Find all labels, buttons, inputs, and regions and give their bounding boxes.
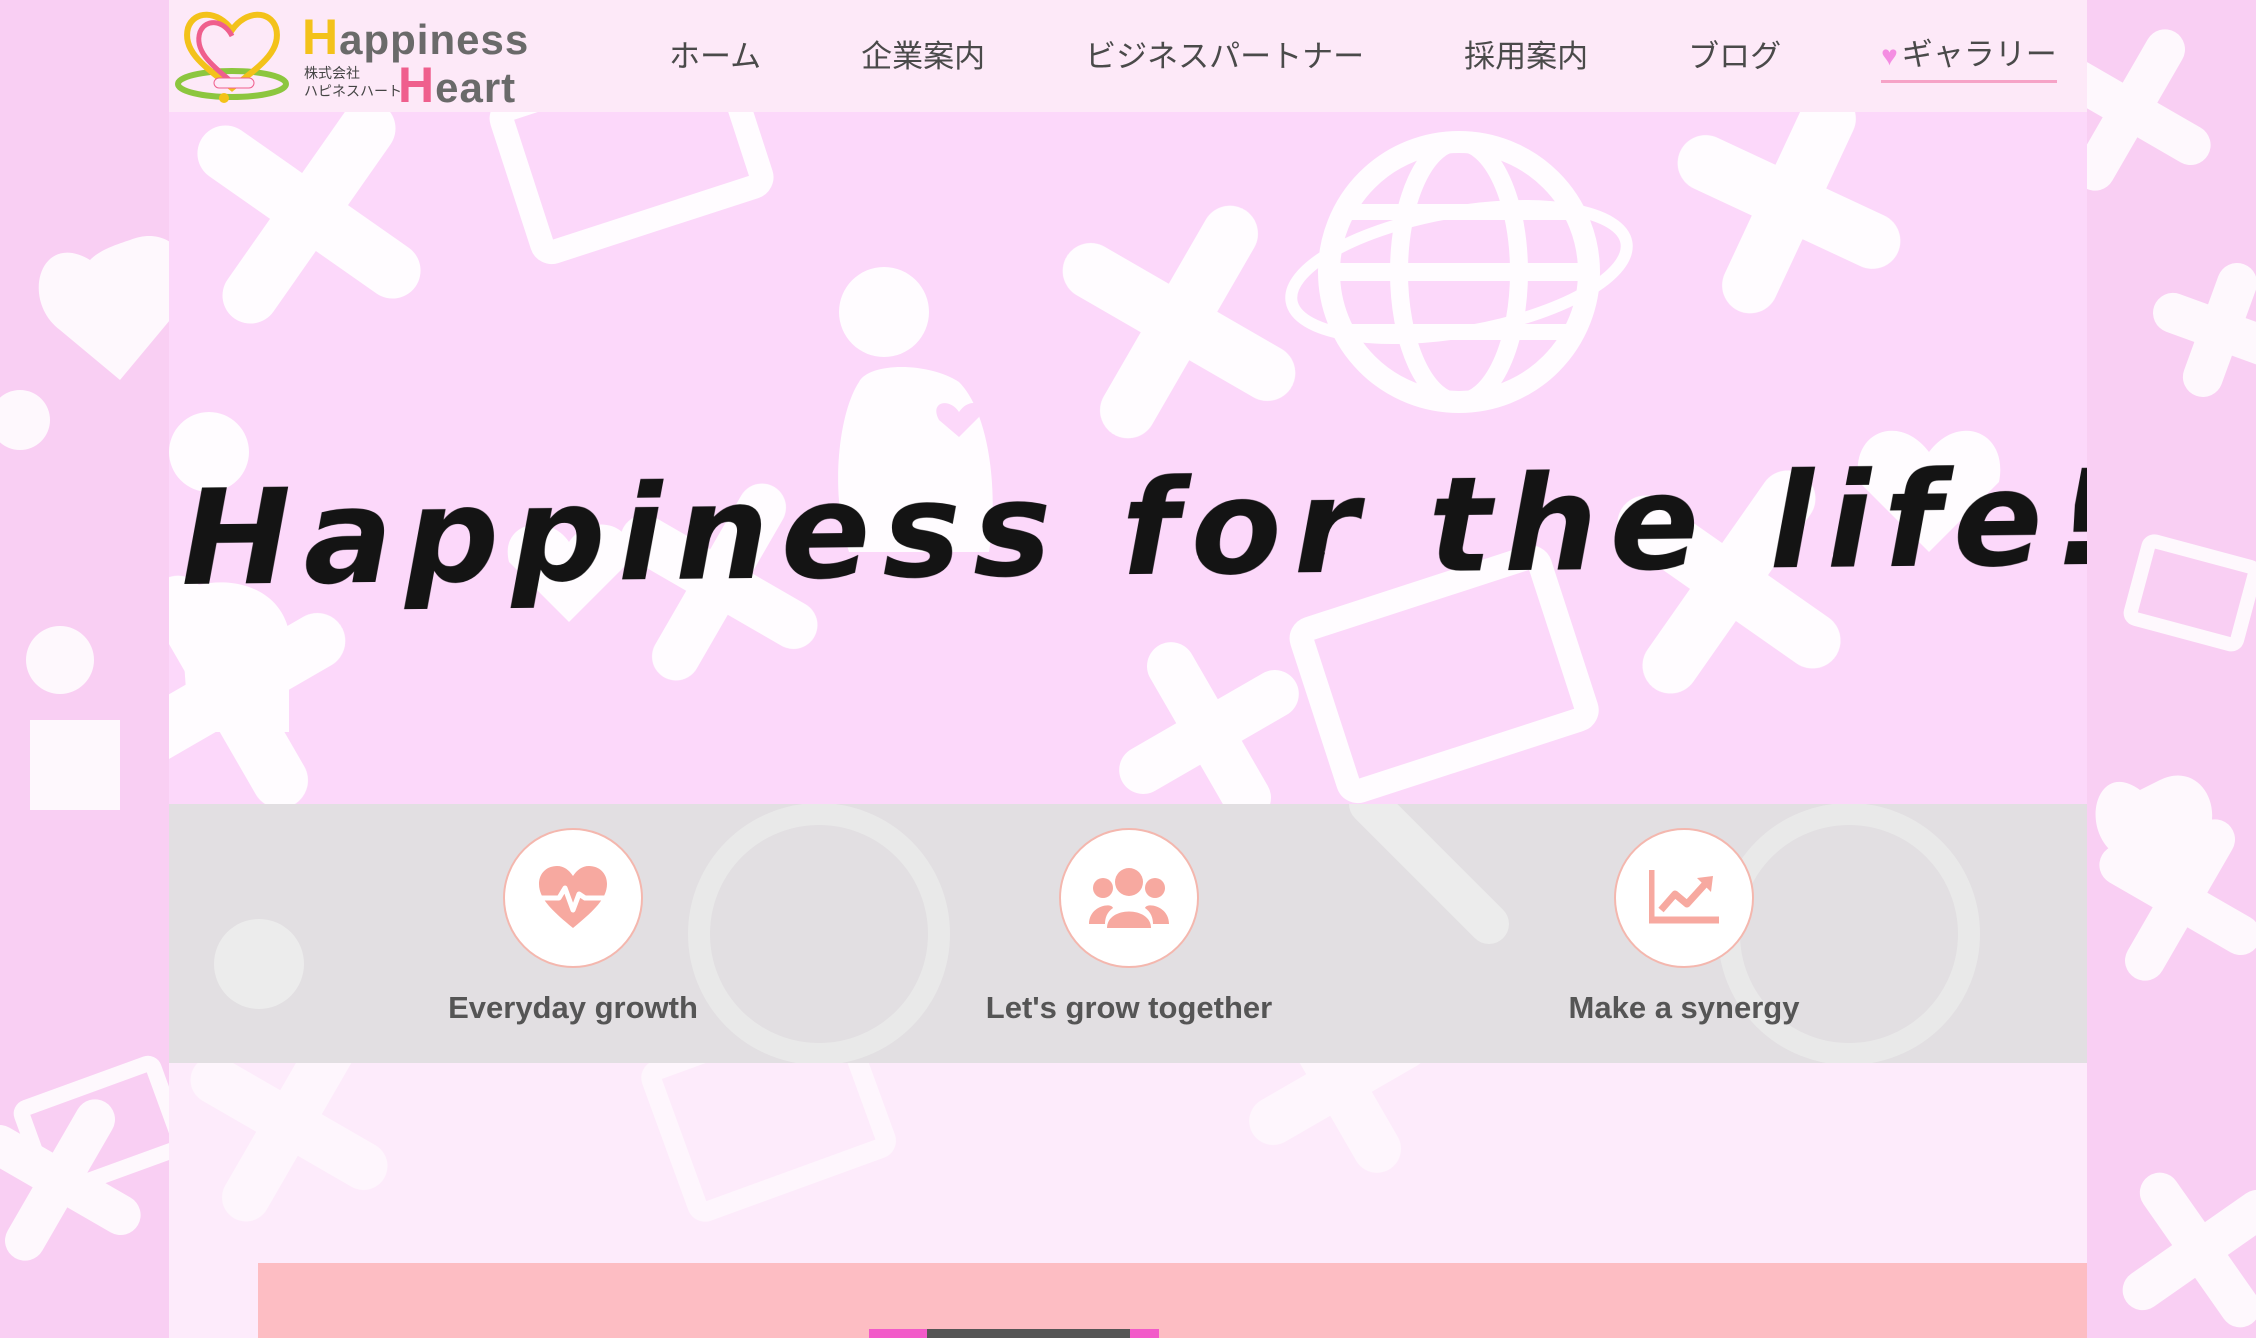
nav-item-gallery-label: ギャラリー: [1901, 37, 2057, 72]
logo-heart-rest: eart: [435, 64, 517, 111]
nav-item-home[interactable]: ホーム: [669, 31, 761, 82]
nav-item-blog[interactable]: ブログ: [1688, 31, 1781, 82]
logo-happiness-cap: H: [302, 9, 340, 65]
feature-icon-circle: [503, 828, 643, 968]
feature-grow-together: Let's grow together: [949, 828, 1309, 1026]
nav-item-business-partner[interactable]: ビジネスパートナー: [1085, 31, 1364, 82]
feature-label: Let's grow together: [985, 990, 1273, 1025]
chart-line-icon: [1649, 870, 1719, 924]
logo-wordmark: Happiness 株式会社 ハピネスハート Heart: [302, 6, 528, 113]
nav-item-company[interactable]: 企業案内: [861, 31, 985, 82]
content-pink-block: [258, 1263, 2087, 1338]
nav-item-recruit[interactable]: 採用案内: [1464, 31, 1588, 82]
logo-heart-cap: H: [398, 57, 436, 113]
logo-subtitle: 株式会社 ハピネスハート: [304, 64, 402, 100]
users-icon: [1089, 868, 1169, 928]
feature-everyday-growth: Everyday growth: [393, 828, 753, 1026]
feature-label: Everyday growth: [448, 990, 698, 1025]
main-nav: ホーム 企業案内 ビジネスパートナー 採用案内 ブログ ♥ ギャラリー: [669, 0, 2057, 112]
logo-sub-line1: 株式会社: [304, 65, 360, 81]
lower-section: [169, 1063, 2087, 1338]
page-container: Happiness 株式会社 ハピネスハート Heart ホーム 企業案内 ビジ…: [169, 0, 2087, 1338]
hero-banner: Happiness for the life!!: [169, 112, 2087, 804]
heart-icon: ♥: [1881, 40, 1898, 71]
feature-label: Make a synergy: [1568, 990, 1800, 1025]
photo-preview: [869, 1329, 1159, 1338]
feature-band: Everyday growth Let's grow together Make…: [169, 804, 2087, 1063]
site-logo[interactable]: Happiness 株式会社 ハピネスハート Heart: [174, 6, 528, 113]
site-header: Happiness 株式会社 ハピネスハート Heart ホーム 企業案内 ビジ…: [169, 0, 2087, 113]
feature-icon-circle: [1059, 828, 1199, 968]
feature-icon-circle: [1614, 828, 1754, 968]
feature-synergy: Make a synergy: [1504, 828, 1864, 1026]
nav-item-gallery[interactable]: ♥ ギャラリー: [1881, 29, 2057, 83]
logo-heart: Heart: [398, 56, 516, 114]
heart-logo-icon: [174, 6, 294, 106]
heartbeat-icon: [539, 866, 607, 928]
hero-headline: Happiness for the life!!: [180, 440, 2087, 616]
logo-sub-line2: ハピネスハート: [304, 83, 402, 99]
